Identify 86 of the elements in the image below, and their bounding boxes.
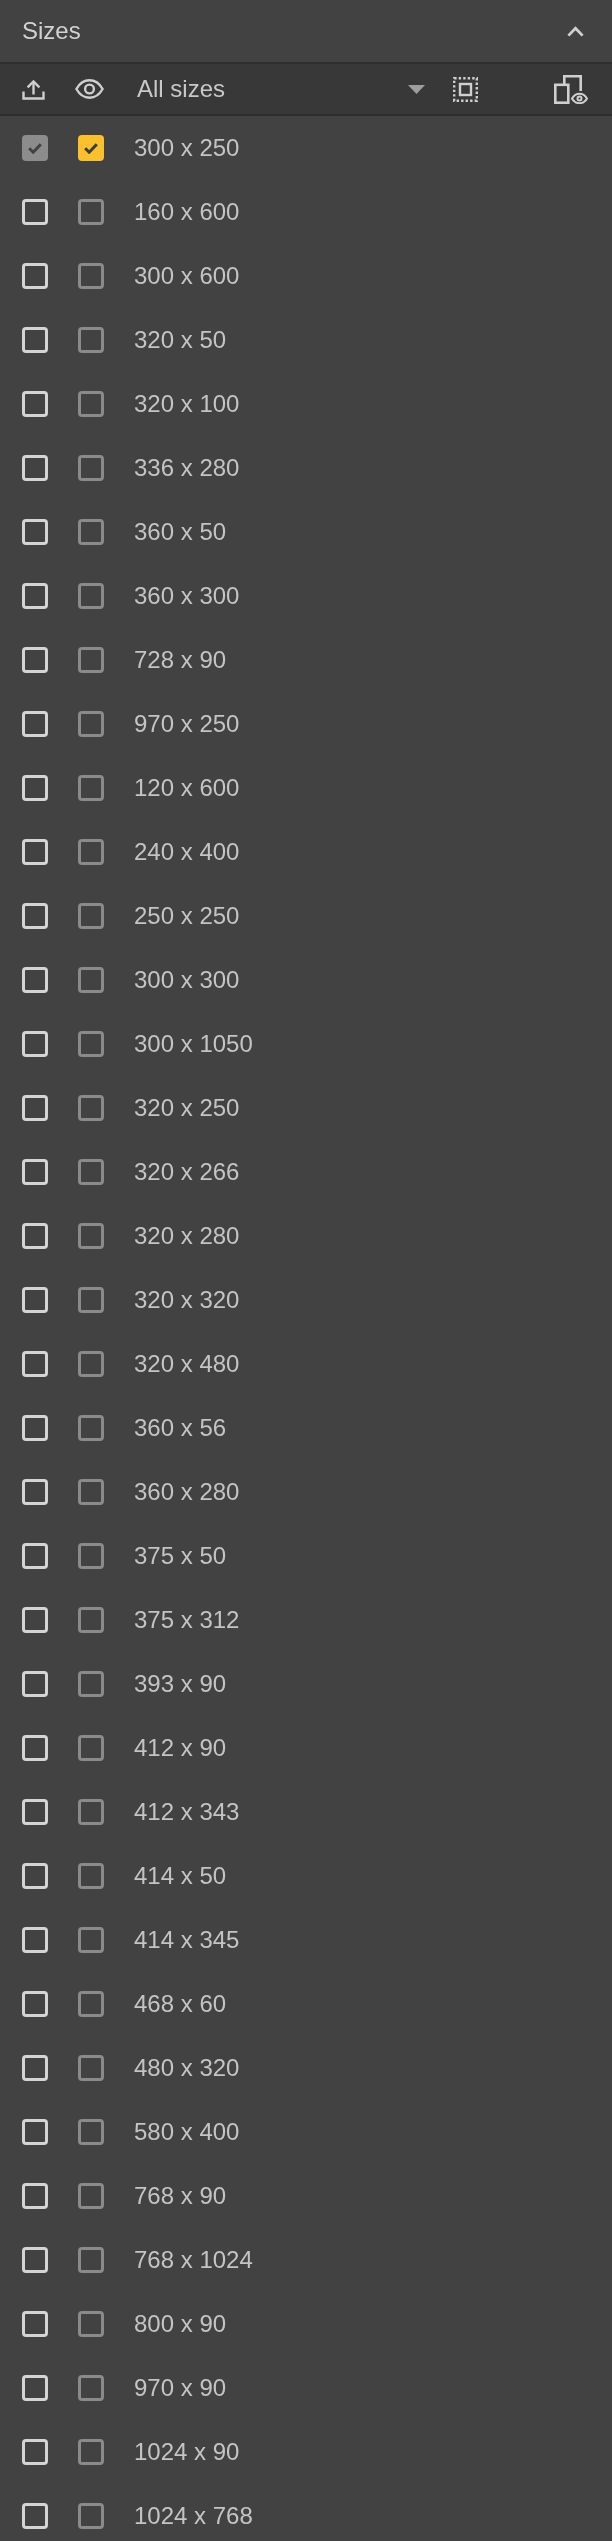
size-label: 970 x 250 [134, 710, 240, 738]
preview-checkbox[interactable] [78, 903, 104, 929]
preview-checkbox[interactable] [78, 2119, 104, 2145]
preview-checkbox[interactable] [78, 839, 104, 865]
size-filter-dropdown[interactable]: All sizes [133, 69, 431, 109]
preview-checkbox[interactable] [78, 1287, 104, 1313]
preview-checkbox[interactable] [78, 1799, 104, 1825]
caret-down-icon [408, 84, 425, 94]
size-label: 1024 x 90 [134, 2438, 240, 2466]
preview-checkbox[interactable] [78, 135, 104, 161]
preview-checkbox[interactable] [78, 1863, 104, 1889]
size-label: 360 x 56 [134, 1414, 227, 1442]
preview-checkbox[interactable] [78, 1223, 104, 1249]
preview-checkbox[interactable] [78, 967, 104, 993]
preview-checkbox[interactable] [78, 327, 104, 353]
size-label: 360 x 300 [134, 582, 240, 610]
preview-checkbox[interactable] [78, 2055, 104, 2081]
preview-checkbox[interactable] [78, 1415, 104, 1441]
preview-checkbox[interactable] [78, 1543, 104, 1569]
screens-eye-icon[interactable] [554, 74, 588, 104]
preview-checkbox[interactable] [78, 2311, 104, 2337]
preview-checkbox[interactable] [78, 519, 104, 545]
size-label: 320 x 50 [134, 326, 227, 354]
size-label: 768 x 90 [134, 2182, 227, 2210]
dashed-square-icon[interactable] [453, 76, 478, 102]
size-label: 160 x 600 [134, 198, 240, 226]
size-label: 360 x 280 [134, 1478, 240, 1506]
size-label: 300 x 300 [134, 966, 240, 994]
size-label: 970 x 90 [134, 2374, 227, 2402]
size-label: 375 x 312 [134, 1606, 240, 1634]
size-label: 250 x 250 [134, 902, 240, 930]
check-icon [84, 142, 98, 154]
size-label: 320 x 320 [134, 1286, 240, 1314]
preview-checkbox[interactable] [78, 199, 104, 225]
preview-checkbox[interactable] [78, 711, 104, 737]
preview-checkbox[interactable] [78, 263, 104, 289]
size-label: 1024 x 768 [134, 2502, 253, 2530]
preview-checkbox[interactable] [78, 1927, 104, 1953]
size-label: 728 x 90 [134, 646, 227, 674]
size-label: 300 x 600 [134, 262, 240, 290]
preview-checkbox[interactable] [78, 1031, 104, 1057]
preview-checkbox[interactable] [78, 1095, 104, 1121]
size-label: 320 x 250 [134, 1094, 240, 1122]
size-label: 375 x 50 [134, 1542, 227, 1570]
preview-checkbox[interactable] [78, 1671, 104, 1697]
size-label: 300 x 250 [134, 134, 240, 162]
size-label: 412 x 90 [134, 1734, 227, 1762]
preview-checkbox[interactable] [78, 2439, 104, 2465]
upload-icon[interactable] [22, 78, 45, 100]
size-label: 300 x 1050 [134, 1030, 253, 1058]
preview-checkbox[interactable] [78, 1735, 104, 1761]
preview-checkbox[interactable] [78, 1991, 104, 2017]
size-label: 320 x 100 [134, 390, 240, 418]
size-label: 393 x 90 [134, 1670, 227, 1698]
preview-checkbox[interactable] [78, 1607, 104, 1633]
preview-checkbox[interactable] [78, 455, 104, 481]
size-label: 580 x 400 [134, 2118, 240, 2146]
preview-checkbox[interactable] [78, 2183, 104, 2209]
preview-checkbox[interactable] [78, 583, 104, 609]
eye-icon[interactable] [75, 79, 104, 99]
size-label: 468 x 60 [134, 1990, 227, 2018]
size-label: 800 x 90 [134, 2310, 227, 2338]
size-label: 336 x 280 [134, 454, 240, 482]
size-label: 480 x 320 [134, 2054, 240, 2082]
panel-title: Sizes [22, 17, 82, 45]
size-label: 320 x 280 [134, 1222, 240, 1250]
size-label: 120 x 600 [134, 774, 240, 802]
chevron-up-icon[interactable] [567, 25, 584, 37]
check-icon [28, 142, 42, 154]
preview-checkbox[interactable] [78, 1479, 104, 1505]
size-label: 414 x 50 [134, 1862, 227, 1890]
preview-checkbox[interactable] [78, 2247, 104, 2273]
size-label: 412 x 343 [134, 1798, 240, 1826]
size-label: 320 x 480 [134, 1350, 240, 1378]
preview-checkbox[interactable] [78, 647, 104, 673]
preview-checkbox[interactable] [78, 775, 104, 801]
size-label: 360 x 50 [134, 518, 227, 546]
size-label: 414 x 345 [134, 1926, 240, 1954]
preview-checkbox[interactable] [78, 2375, 104, 2401]
size-label: 768 x 1024 [134, 2246, 253, 2274]
preview-checkbox[interactable] [78, 391, 104, 417]
preview-checkbox[interactable] [78, 1351, 104, 1377]
size-label: 240 x 400 [134, 838, 240, 866]
size-label: 320 x 266 [134, 1158, 240, 1186]
preview-checkbox[interactable] [78, 1159, 104, 1185]
preview-checkbox[interactable] [78, 2503, 104, 2529]
